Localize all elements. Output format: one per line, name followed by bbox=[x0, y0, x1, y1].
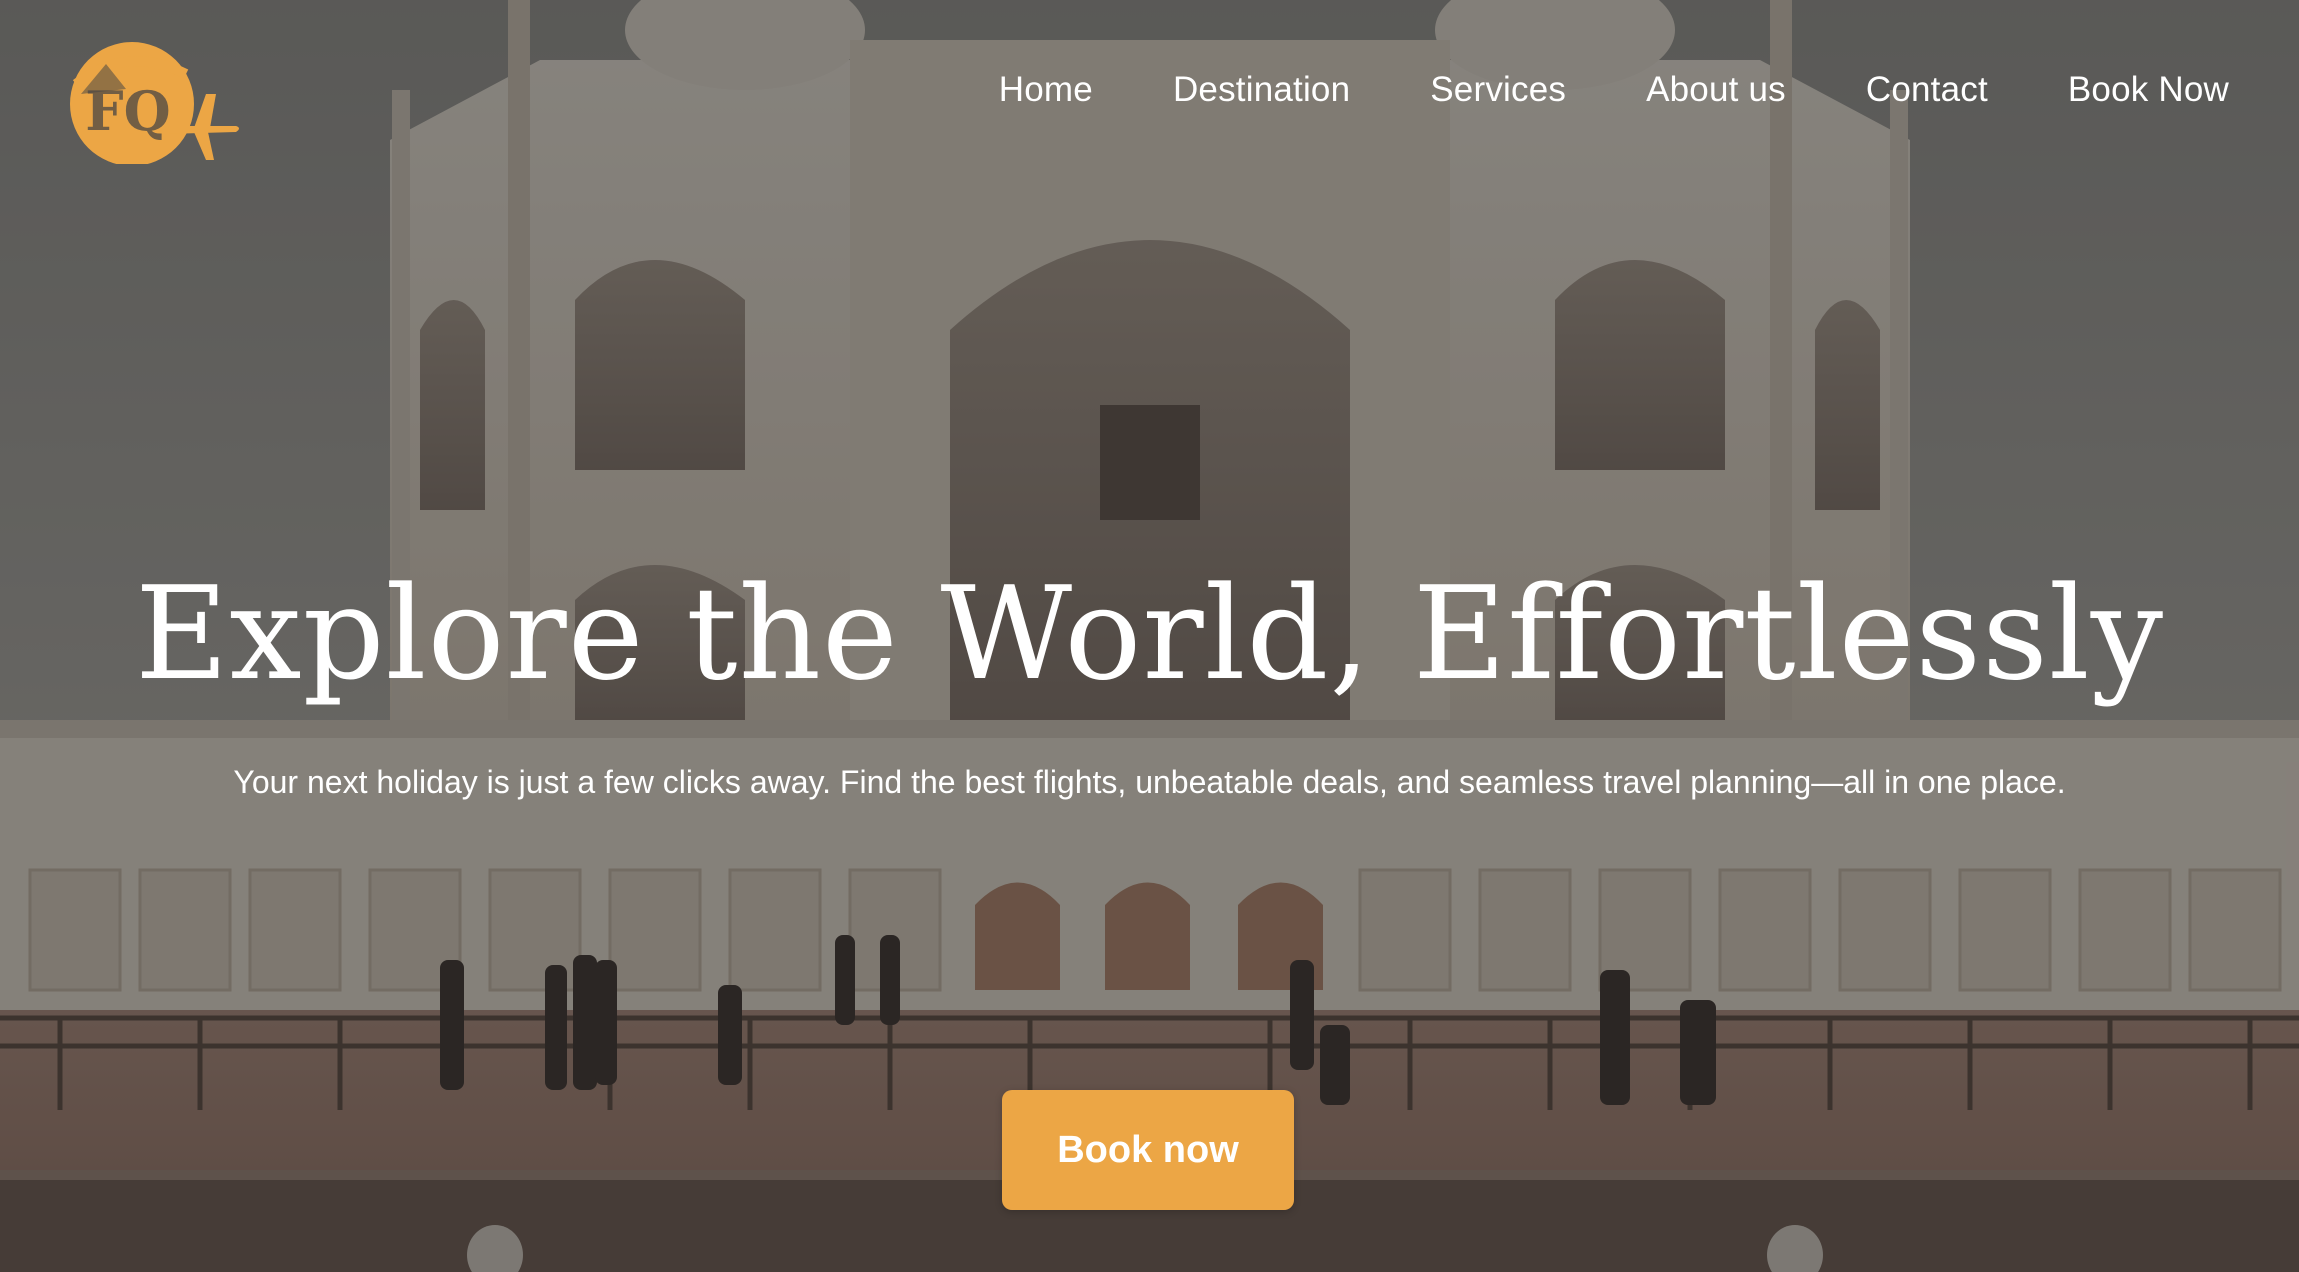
hero-section: FQ Home Destination Services About us Co… bbox=[0, 0, 2299, 1272]
logo-lettering: FQ bbox=[85, 79, 170, 143]
nav-item-contact[interactable]: Contact bbox=[1866, 70, 1988, 110]
hero-title: Explore the World, Effortlessly bbox=[134, 560, 2165, 709]
nav-item-services[interactable]: Services bbox=[1430, 70, 1566, 110]
book-now-button[interactable]: Book now bbox=[1002, 1090, 1294, 1210]
hero-subtitle: Your next holiday is just a few clicks a… bbox=[233, 764, 2066, 800]
brand-logo[interactable]: FQ bbox=[66, 34, 242, 166]
main-navigation: Home Destination Services About us Conta… bbox=[999, 70, 2229, 110]
plane-globe-logo-icon: FQ bbox=[70, 42, 239, 166]
nav-item-home[interactable]: Home bbox=[999, 70, 1093, 110]
nav-item-about-us[interactable]: About us bbox=[1646, 70, 1786, 110]
nav-item-book-now[interactable]: Book Now bbox=[2068, 70, 2229, 110]
nav-item-destination[interactable]: Destination bbox=[1173, 70, 1350, 110]
